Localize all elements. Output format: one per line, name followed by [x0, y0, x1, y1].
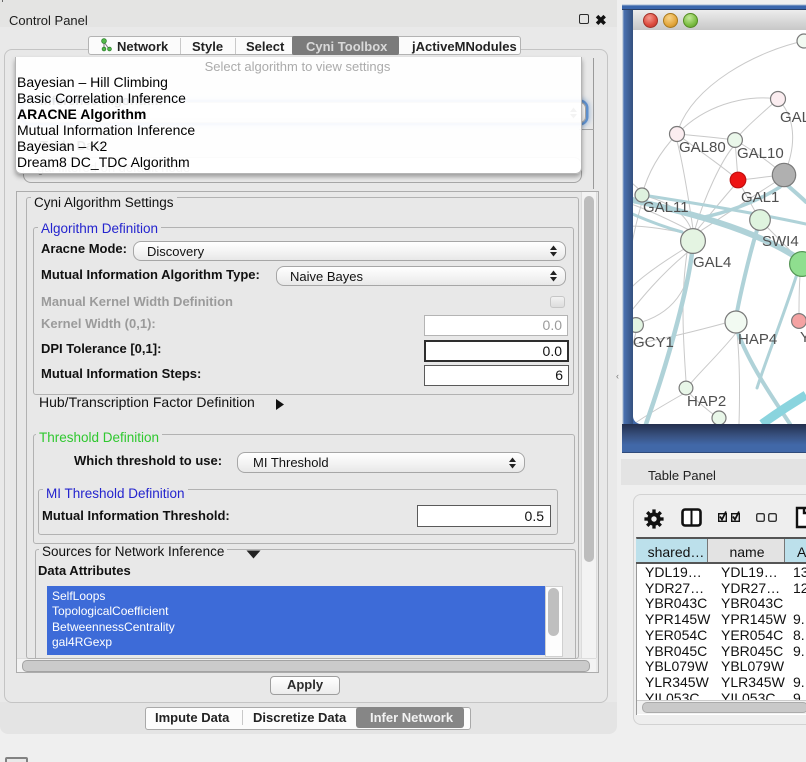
svg-text:HAP4: HAP4	[738, 331, 777, 348]
svg-text:GAL11: GAL11	[643, 199, 689, 216]
svg-text:GCY1: GCY1	[633, 334, 674, 351]
svg-text:GAL1: GAL1	[741, 189, 779, 206]
svg-text:Y: Y	[800, 329, 806, 346]
svg-text:SWI4: SWI4	[762, 233, 799, 250]
svg-text:GAL4: GAL4	[693, 254, 731, 271]
svg-text:GAL80: GAL80	[679, 139, 726, 156]
svg-text:HAP2: HAP2	[687, 393, 726, 410]
svg-text:GAL2: GAL2	[780, 109, 806, 126]
svg-text:GAL10: GAL10	[737, 145, 784, 162]
